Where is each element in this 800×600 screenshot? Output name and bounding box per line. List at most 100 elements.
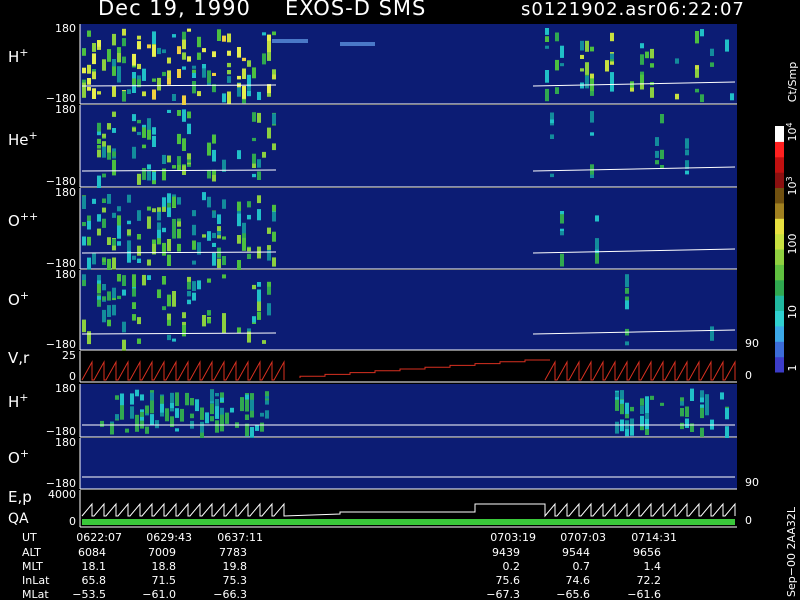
spectrum-cell: [135, 414, 139, 428]
panel-6: [79, 438, 737, 490]
spectrum-cell: [162, 243, 166, 247]
spectrum-cell: [87, 331, 91, 345]
y-tick-top: 180: [55, 103, 76, 116]
spectrum-cell: [202, 315, 206, 327]
spectrum-cell: [252, 284, 256, 290]
spectrum-cell: [210, 403, 214, 415]
footer-cell: 9544: [562, 546, 590, 559]
spectrum-cell: [115, 395, 119, 400]
spectrum-cell: [147, 118, 151, 132]
spectrum-cell: [227, 91, 231, 104]
colorbar-swatch: [775, 156, 784, 173]
spectrum-cell: [207, 170, 211, 179]
spectrum-cell: [87, 78, 91, 85]
spectrum-cell: [152, 78, 156, 82]
spectrum-cell: [167, 57, 171, 64]
colorbar: 104103100101Ct/Smp: [775, 62, 799, 373]
spectrum-cell: [257, 91, 261, 100]
colorbar-tick: 1: [786, 365, 799, 372]
spectrum-cell: [112, 33, 116, 46]
spectrum-cell: [132, 302, 136, 309]
panel-label: H+: [8, 46, 29, 66]
spectrum-cell: [550, 119, 554, 124]
spectrum-cell: [117, 241, 121, 246]
spectrum-cell: [645, 396, 649, 408]
spectrum-cell: [245, 423, 249, 436]
spectrum-cell: [212, 149, 216, 162]
spectrum-cell: [160, 395, 164, 404]
spectrum-cell: [117, 206, 121, 212]
spectrum-cell: [127, 194, 131, 203]
footer-row-label: InLat: [22, 574, 50, 587]
spectrum-cell: [162, 71, 166, 77]
colorbar-tick: 100: [786, 234, 799, 255]
spectrum-cell: [230, 407, 234, 413]
spectrum-cell: [227, 70, 231, 75]
spectrum-cell: [225, 412, 229, 424]
spectrum-cell: [640, 54, 644, 65]
spectrum-cell: [247, 60, 251, 67]
spectrum-cell: [625, 274, 629, 288]
spectrum-cell: [162, 154, 166, 164]
panel-background: [80, 24, 737, 104]
spectrum-cell: [132, 114, 136, 122]
spectrum-cell: [152, 127, 156, 135]
spectrum-cell: [102, 218, 106, 228]
spectrum-cell: [187, 111, 191, 119]
spectrum-cell: [137, 63, 141, 70]
panel-label-base: O: [8, 212, 20, 230]
panel-label: O+: [8, 289, 29, 309]
spectrum-cell: [257, 282, 261, 287]
spectrum-cell: [272, 212, 276, 222]
colorbar-swatch: [775, 249, 784, 265]
spectrum-cell: [560, 253, 564, 267]
spectrum-cell: [212, 211, 216, 218]
spectrum-cell: [190, 413, 194, 419]
spectrum-cell: [265, 410, 269, 419]
spectrum-cell: [217, 29, 221, 41]
footer-cell: 9656: [633, 546, 661, 559]
spectrum-cell: [222, 313, 226, 324]
right-tick: 90: [745, 476, 759, 489]
spectrum-cell: [685, 170, 689, 175]
spectrum-cell: [152, 89, 156, 100]
spectrum-cell: [185, 392, 189, 406]
spectrum-cell: [127, 220, 131, 225]
spectrum-cell: [222, 93, 226, 103]
colorbar-swatch: [775, 356, 784, 373]
spectrum-cell: [550, 112, 554, 126]
spectrum-cell: [207, 231, 211, 241]
spectrum-cell: [182, 52, 186, 60]
spectrum-cell: [192, 65, 196, 69]
spectrum-cell: [272, 113, 276, 125]
y-tick-top: 4000: [48, 488, 76, 501]
spectrum-cell: [615, 399, 619, 411]
spectrum-cell: [590, 46, 594, 52]
spectrum-cell: [197, 36, 201, 48]
spectrum-cell: [122, 275, 126, 286]
spectrum-cell: [132, 72, 136, 79]
spectrum-cell: [157, 222, 161, 231]
spectrum-cell: [192, 281, 196, 291]
spectrum-cell: [630, 87, 634, 92]
spectrum-cell: [615, 392, 619, 398]
spectrum-cell: [102, 296, 106, 301]
footer-cell: 65.8: [82, 574, 107, 587]
colorbar-unit: Ct/Smp: [786, 62, 799, 102]
spectrum-cell: [122, 289, 126, 296]
spectrum-cell: [660, 402, 664, 406]
spectrum-cell: [560, 231, 564, 236]
footer-row-label: UT: [22, 531, 37, 544]
spectrum-cell: [187, 123, 191, 135]
spectrum-cell: [265, 391, 269, 397]
spectrum-cell: [107, 123, 111, 130]
spectrum-cell: [140, 394, 144, 401]
spectrum-cell: [137, 234, 141, 240]
spectrum-cell: [127, 89, 131, 94]
spectrum-cell: [170, 392, 174, 405]
spectrum-cell: [167, 109, 171, 113]
spectrum-cell: [610, 32, 614, 42]
spectrum-cell: [152, 31, 156, 44]
spectrum-cell: [97, 214, 101, 222]
colorbar-tick: 103: [785, 176, 799, 195]
